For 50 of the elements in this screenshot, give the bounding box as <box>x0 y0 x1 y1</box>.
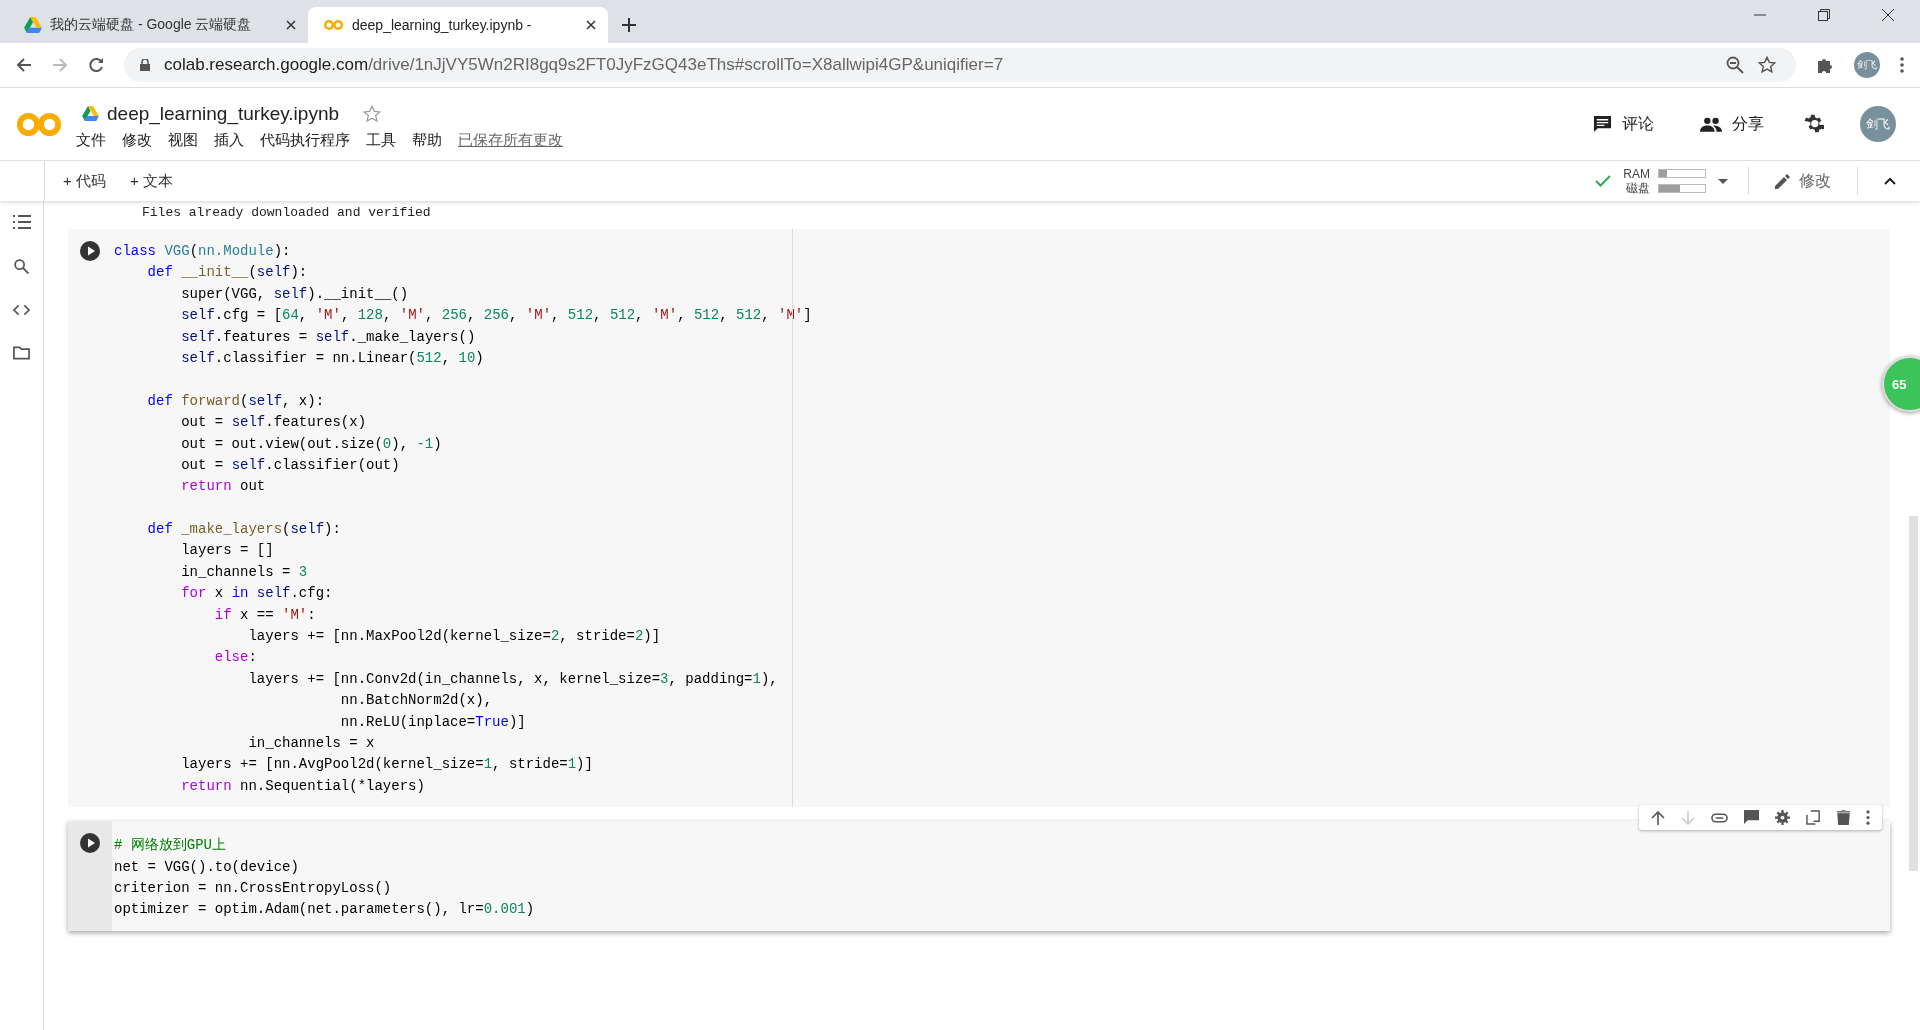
code-line: # 网络放到GPU上 <box>114 836 227 856</box>
resource-label: RAM <box>1623 167 1650 181</box>
code-line: in_channels = x <box>247 734 376 753</box>
code-line: layers += [nn.Conv2d(in_channels, x, kernel_size=3, padding=1), <box>247 669 779 689</box>
code-line: net = VGG().to(device) <box>114 857 300 877</box>
url-text: colab.research.google.com/drive/1nJjVY5Wn2RI8gq9s2FT0JyFzGQ43eThs#scrollTo=X8allwipi4GP&uniqifier=7 <box>164 55 1004 75</box>
code-line: def forward(self, x): <box>146 391 326 411</box>
edit-button[interactable]: 修改 <box>1769 169 1837 193</box>
resource-label: 磁盘 <box>1626 181 1650 195</box>
menu-item[interactable]: 文件 <box>76 130 106 150</box>
code-line: return out <box>180 477 267 497</box>
code-line: nn.ReLU(inplace=True)] <box>339 712 527 732</box>
address-bar[interactable]: colab.research.google.com/drive/1nJjVY5Wn2RI8gq9s2FT0JyFzGQ43eThs#scrollTo=X8allwipi4GP&uniqifier=7 <box>124 48 1796 82</box>
code-line: if x == 'M': <box>213 605 317 625</box>
code-line: in_channels = 3 <box>180 562 309 582</box>
code-line: layers += [nn.MaxPool2d(kernel_size=2, stride=2)] <box>247 627 662 647</box>
code-line: layers += [nn.AvgPool2d(kernel_size=1, stride=1)] <box>180 755 594 775</box>
code-line: def __init__(self): <box>146 263 309 283</box>
code-line: optimizer = optim.Adam(net.parameters(), lr=0.001) <box>114 900 536 920</box>
code-cell[interactable]: # 网络放到GPU上 net = VGG().to(device) criterion = nn.CrossEntropyLoss() optimizer = optim.Adam(net.parameters(), lr=0.001) <box>68 821 1890 931</box>
code-line: class VGG(nn.Module): <box>114 242 292 261</box>
add-cell-button[interactable]: + 代码 <box>57 167 112 195</box>
menu-item[interactable]: 代码执行程序 <box>260 130 350 150</box>
menu-item[interactable]: 帮助 <box>412 130 442 150</box>
code-line: return nn.Sequential(*layers) <box>180 776 426 796</box>
code-line: out = self.classifier(out) <box>180 455 401 475</box>
code-line: out = self.features(x) <box>180 413 368 433</box>
code-line: criterion = nn.CrossEntropyLoss() <box>114 878 393 898</box>
cell-output-text: Files already downloaded and verified <box>142 205 432 221</box>
code-line: for x in self.cfg: <box>180 584 334 604</box>
code-line: self.features = self._make_layers() <box>180 327 477 347</box>
menu-item[interactable]: 视图 <box>168 130 198 150</box>
resource-monitor[interactable]: RAM 磁盘 <box>1623 167 1706 195</box>
share-button[interactable]: 分享 <box>1694 112 1770 136</box>
code-line: else: <box>213 648 258 668</box>
code-line: layers = [] <box>180 541 275 561</box>
browser-tab[interactable]: deep_learning_turkey.ipynb - <box>308 7 608 43</box>
menu-item[interactable]: 修改 <box>122 130 152 150</box>
code-line: nn.BatchNorm2d(x), <box>339 691 494 711</box>
menu-item[interactable]: 插入 <box>214 130 244 150</box>
comment-button[interactable]: 评论 <box>1587 112 1660 136</box>
code-line: self.classifier = nn.Linear(512, 10) <box>180 348 485 368</box>
notebook-title[interactable]: deep_learning_turkey.ipynb <box>107 102 340 125</box>
code-line: super(VGG, self).__init__() <box>180 284 410 304</box>
code-line: out = out.view(out.size(0), -1) <box>180 434 443 454</box>
add-cell-button[interactable]: + 文本 <box>123 167 179 195</box>
code-line: def _make_layers(self): <box>146 520 342 540</box>
menu-item[interactable]: 工具 <box>366 130 396 150</box>
save-status-link[interactable]: 已保存所有更改 <box>458 130 563 150</box>
browser-tab[interactable]: 我的云端硬盘 - Google 云端硬盘 <box>8 7 308 43</box>
